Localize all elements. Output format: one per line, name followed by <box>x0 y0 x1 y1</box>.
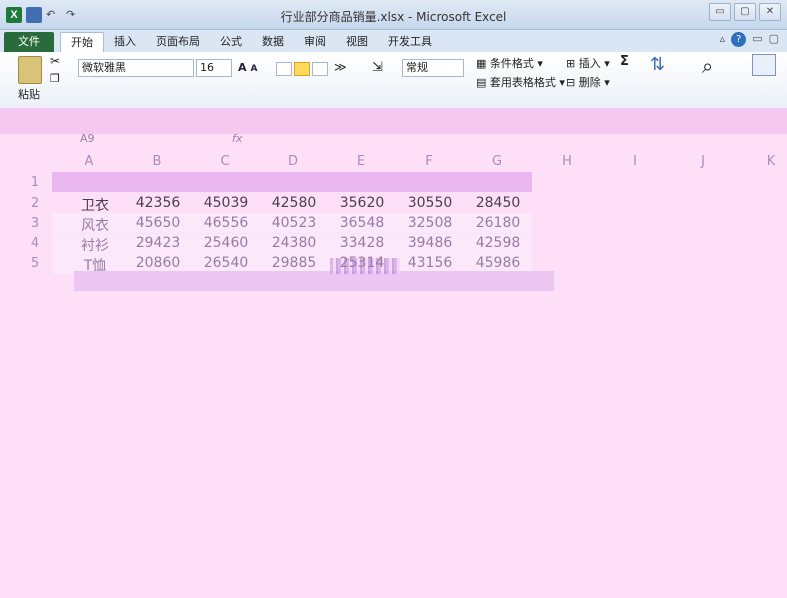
paste-icon[interactable] <box>18 56 42 84</box>
cell[interactable]: 33428 <box>332 235 392 251</box>
total-row-fill <box>74 271 554 291</box>
cell[interactable]: 26540 <box>196 255 256 271</box>
column-header[interactable]: I <box>624 154 646 170</box>
column-header[interactable]: A <box>78 154 100 170</box>
cell[interactable]: 30550 <box>400 195 460 211</box>
wrap-text-icon[interactable]: ⇲ <box>372 60 383 75</box>
cell[interactable]: 风衣 <box>70 215 120 235</box>
cell[interactable]: 32508 <box>400 215 460 231</box>
insert-cells-button[interactable]: ⊞ 插入 ▾ <box>566 55 610 71</box>
tab-formulas[interactable]: 公式 <box>210 32 252 52</box>
align-middle-button[interactable] <box>294 62 310 76</box>
column-header[interactable]: F <box>418 154 440 170</box>
window-title: 行业部分商品销量.xlsx - Microsoft Excel <box>280 10 507 24</box>
cell[interactable]: 45986 <box>468 255 528 271</box>
workbook-restore-icon[interactable]: ▢ <box>769 32 779 47</box>
cell[interactable]: 45039 <box>196 195 256 211</box>
cell[interactable]: 40523 <box>264 215 324 231</box>
tab-developer[interactable]: 开发工具 <box>378 32 442 52</box>
conditional-format-button[interactable]: ▦ 条件格式 ▾ <box>476 55 565 71</box>
tab-page-layout[interactable]: 页面布局 <box>146 32 210 52</box>
cell[interactable]: 43156 <box>400 255 460 271</box>
align-top-button[interactable] <box>276 62 292 76</box>
conditional-format-label: 条件格式 <box>489 57 534 70</box>
column-header[interactable]: B <box>146 154 168 170</box>
row-header[interactable]: 3 <box>22 216 48 231</box>
cut-icon[interactable]: ✂ <box>50 54 60 68</box>
help-icon[interactable]: ? <box>731 32 747 47</box>
cell[interactable]: 29885 <box>264 255 324 271</box>
cell[interactable]: 28450 <box>468 195 528 211</box>
ribbon-tabs: 文件 开始 插入 页面布局 公式 数据 审阅 视图 开发工具 ▵ ? ▭ ▢ <box>0 30 787 52</box>
tab-view[interactable]: 视图 <box>336 32 378 52</box>
collapse-ribbon-icon[interactable]: ▵ <box>720 32 726 47</box>
cell[interactable]: 39486 <box>400 235 460 251</box>
sort-filter-icon[interactable]: ⇅ <box>650 54 665 75</box>
tab-data[interactable]: 数据 <box>252 32 294 52</box>
table-format-label: 套用表格格式 <box>489 76 556 89</box>
autosum-button[interactable]: Σ <box>620 54 629 69</box>
close-button[interactable]: ✕ <box>759 3 781 21</box>
shrink-font-button[interactable]: A <box>249 64 260 74</box>
delete-cells-button[interactable]: ⊟ 删除 ▾ <box>566 74 610 90</box>
row-header[interactable]: 2 <box>22 196 48 211</box>
cell[interactable]: 24380 <box>264 235 324 251</box>
tab-home[interactable]: 开始 <box>60 32 104 52</box>
tab-review[interactable]: 审阅 <box>294 32 336 52</box>
sheet-view-icon[interactable] <box>752 54 776 76</box>
column-header[interactable]: G <box>486 154 508 170</box>
maximize-button[interactable]: ▢ <box>734 3 756 21</box>
table-format-button[interactable]: ▤ 套用表格格式 ▾ <box>476 74 565 90</box>
grow-font-button[interactable]: A <box>236 61 249 74</box>
minimize-button[interactable]: ▭ <box>709 3 731 21</box>
column-header[interactable]: K <box>760 154 782 170</box>
paste-label: 粘贴 <box>18 88 40 101</box>
number-format-select[interactable]: 常规 <box>402 59 464 77</box>
cell[interactable]: 45650 <box>128 215 188 231</box>
row-header[interactable]: 5 <box>22 256 48 271</box>
cell[interactable]: 25460 <box>196 235 256 251</box>
column-header[interactable]: J <box>692 154 714 170</box>
cell[interactable]: 42598 <box>468 235 528 251</box>
header-row-fill <box>52 172 532 192</box>
cell[interactable]: 46556 <box>196 215 256 231</box>
row-header[interactable]: 1 <box>22 175 48 190</box>
font-size-select[interactable]: 16 <box>196 59 232 77</box>
row-header[interactable]: 4 <box>22 236 48 251</box>
column-header[interactable]: C <box>214 154 236 170</box>
tab-file[interactable]: 文件 <box>4 32 54 52</box>
tab-insert[interactable]: 插入 <box>104 32 146 52</box>
copy-icon[interactable]: ❐ <box>50 72 60 85</box>
cell[interactable]: 36548 <box>332 215 392 231</box>
name-box[interactable]: A9 <box>80 132 200 148</box>
align-bottom-button[interactable] <box>312 62 328 76</box>
cell[interactable]: 卫衣 <box>70 195 120 215</box>
fx-icon[interactable]: fx <box>232 132 242 145</box>
font-name-select[interactable]: 微软雅黑 <box>78 59 194 77</box>
cell[interactable]: 42580 <box>264 195 324 211</box>
delete-label: 删除 <box>578 76 601 89</box>
cell[interactable]: 衬衫 <box>70 235 120 255</box>
cell[interactable]: 26180 <box>468 215 528 231</box>
column-header[interactable]: H <box>556 154 578 170</box>
cell[interactable]: 42356 <box>128 195 188 211</box>
cell[interactable]: 25314 <box>332 255 392 271</box>
ribbon-label-band <box>0 108 787 134</box>
cell[interactable]: 29423 <box>128 235 188 251</box>
workbook-minimize-icon[interactable]: ▭ <box>752 32 762 47</box>
insert-label: 插入 <box>578 57 601 70</box>
column-header[interactable]: E <box>350 154 372 170</box>
cell[interactable]: T恤 <box>70 255 120 275</box>
cell[interactable]: 35620 <box>332 195 392 211</box>
column-header[interactable]: D <box>282 154 304 170</box>
find-select-icon[interactable]: ⌕ <box>702 54 713 78</box>
cell[interactable]: 20860 <box>128 255 188 271</box>
orientation-icon[interactable]: ≫ <box>334 60 347 74</box>
clipboard-group: 粘贴 <box>18 56 42 102</box>
title-bar: X ↶ ↷ 行业部分商品销量.xlsx - Microsoft Excel ▭ … <box>0 0 787 30</box>
